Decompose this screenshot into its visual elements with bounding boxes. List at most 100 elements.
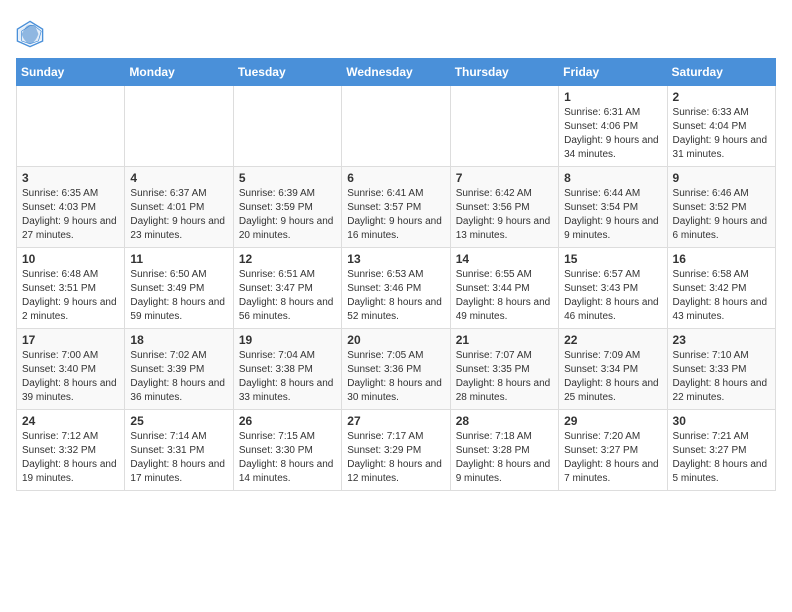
day-info: Sunrise: 7:00 AM Sunset: 3:40 PM Dayligh…	[22, 349, 119, 405]
day-number: 4	[130, 171, 227, 185]
day-info: Sunrise: 6:44 AM Sunset: 3:54 PM Dayligh…	[564, 187, 661, 243]
calendar-cell	[233, 86, 341, 167]
col-header-saturday: Saturday	[667, 59, 775, 86]
day-info: Sunrise: 6:37 AM Sunset: 4:01 PM Dayligh…	[130, 187, 227, 243]
calendar-week-2: 10 Sunrise: 6:48 AM Sunset: 3:51 PM Dayli…	[17, 248, 776, 329]
day-number: 10	[22, 252, 119, 266]
calendar-cell: 5 Sunrise: 6:39 AM Sunset: 3:59 PM Daylig…	[233, 167, 341, 248]
calendar-cell: 18 Sunrise: 7:02 AM Sunset: 3:39 PM Dayli…	[125, 329, 233, 410]
day-info: Sunrise: 6:51 AM Sunset: 3:47 PM Dayligh…	[239, 268, 336, 324]
day-number: 18	[130, 333, 227, 347]
col-header-thursday: Thursday	[450, 59, 558, 86]
day-number: 24	[22, 414, 119, 428]
calendar-cell: 16 Sunrise: 6:58 AM Sunset: 3:42 PM Dayli…	[667, 248, 775, 329]
day-info: Sunrise: 6:48 AM Sunset: 3:51 PM Dayligh…	[22, 268, 119, 324]
calendar-cell: 9 Sunrise: 6:46 AM Sunset: 3:52 PM Daylig…	[667, 167, 775, 248]
day-info: Sunrise: 6:46 AM Sunset: 3:52 PM Dayligh…	[673, 187, 770, 243]
day-number: 6	[347, 171, 444, 185]
calendar-week-3: 17 Sunrise: 7:00 AM Sunset: 3:40 PM Dayli…	[17, 329, 776, 410]
day-number: 29	[564, 414, 661, 428]
day-info: Sunrise: 7:18 AM Sunset: 3:28 PM Dayligh…	[456, 430, 553, 486]
logo-icon	[16, 20, 44, 48]
calendar-week-0: 1 Sunrise: 6:31 AM Sunset: 4:06 PM Daylig…	[17, 86, 776, 167]
day-info: Sunrise: 6:35 AM Sunset: 4:03 PM Dayligh…	[22, 187, 119, 243]
day-info: Sunrise: 7:17 AM Sunset: 3:29 PM Dayligh…	[347, 430, 444, 486]
day-info: Sunrise: 7:09 AM Sunset: 3:34 PM Dayligh…	[564, 349, 661, 405]
day-number: 12	[239, 252, 336, 266]
col-header-friday: Friday	[559, 59, 667, 86]
day-number: 25	[130, 414, 227, 428]
calendar-cell	[125, 86, 233, 167]
calendar-cell: 25 Sunrise: 7:14 AM Sunset: 3:31 PM Dayli…	[125, 410, 233, 491]
calendar-cell: 2Sunrise: 6:33 AM Sunset: 4:04 PM Daylig…	[667, 86, 775, 167]
col-header-sunday: Sunday	[17, 59, 125, 86]
day-number: 19	[239, 333, 336, 347]
day-info: Sunrise: 7:14 AM Sunset: 3:31 PM Dayligh…	[130, 430, 227, 486]
calendar-cell: 8Sunrise: 6:44 AM Sunset: 3:54 PM Daylig…	[559, 167, 667, 248]
day-info: Sunrise: 7:12 AM Sunset: 3:32 PM Dayligh…	[22, 430, 119, 486]
calendar-week-4: 24 Sunrise: 7:12 AM Sunset: 3:32 PM Dayli…	[17, 410, 776, 491]
day-info: Sunrise: 6:41 AM Sunset: 3:57 PM Dayligh…	[347, 187, 444, 243]
day-info: Sunrise: 6:55 AM Sunset: 3:44 PM Dayligh…	[456, 268, 553, 324]
day-info: Sunrise: 7:04 AM Sunset: 3:38 PM Dayligh…	[239, 349, 336, 405]
day-number: 27	[347, 414, 444, 428]
calendar-cell: 26 Sunrise: 7:15 AM Sunset: 3:30 PM Dayli…	[233, 410, 341, 491]
calendar-cell: 7Sunrise: 6:42 AM Sunset: 3:56 PM Daylig…	[450, 167, 558, 248]
col-header-monday: Monday	[125, 59, 233, 86]
calendar-cell: 17 Sunrise: 7:00 AM Sunset: 3:40 PM Dayli…	[17, 329, 125, 410]
calendar-cell: 28Sunrise: 7:18 AM Sunset: 3:28 PM Dayli…	[450, 410, 558, 491]
day-info: Sunrise: 7:20 AM Sunset: 3:27 PM Dayligh…	[564, 430, 661, 486]
day-number: 21	[456, 333, 553, 347]
calendar-cell: 15 Sunrise: 6:57 AM Sunset: 3:43 PM Dayli…	[559, 248, 667, 329]
day-info: Sunrise: 6:58 AM Sunset: 3:42 PM Dayligh…	[673, 268, 770, 324]
day-info: Sunrise: 7:15 AM Sunset: 3:30 PM Dayligh…	[239, 430, 336, 486]
calendar-cell	[17, 86, 125, 167]
calendar-cell	[450, 86, 558, 167]
day-info: Sunrise: 7:21 AM Sunset: 3:27 PM Dayligh…	[673, 430, 770, 486]
calendar-cell	[342, 86, 450, 167]
calendar-cell: 30 Sunrise: 7:21 AM Sunset: 3:27 PM Dayli…	[667, 410, 775, 491]
calendar-cell: 3 Sunrise: 6:35 AM Sunset: 4:03 PM Daylig…	[17, 167, 125, 248]
calendar-week-1: 3 Sunrise: 6:35 AM Sunset: 4:03 PM Daylig…	[17, 167, 776, 248]
calendar-cell: 21 Sunrise: 7:07 AM Sunset: 3:35 PM Dayli…	[450, 329, 558, 410]
day-number: 9	[673, 171, 770, 185]
day-info: Sunrise: 6:39 AM Sunset: 3:59 PM Dayligh…	[239, 187, 336, 243]
day-number: 16	[673, 252, 770, 266]
page-header	[16, 16, 776, 48]
day-number: 1	[564, 90, 661, 104]
day-number: 22	[564, 333, 661, 347]
calendar-cell: 27 Sunrise: 7:17 AM Sunset: 3:29 PM Dayli…	[342, 410, 450, 491]
day-info: Sunrise: 6:50 AM Sunset: 3:49 PM Dayligh…	[130, 268, 227, 324]
day-number: 14	[456, 252, 553, 266]
calendar-cell: 23Sunrise: 7:10 AM Sunset: 3:33 PM Dayli…	[667, 329, 775, 410]
calendar-cell: 20Sunrise: 7:05 AM Sunset: 3:36 PM Dayli…	[342, 329, 450, 410]
calendar-cell: 11 Sunrise: 6:50 AM Sunset: 3:49 PM Dayli…	[125, 248, 233, 329]
day-number: 3	[22, 171, 119, 185]
calendar-cell: 4 Sunrise: 6:37 AM Sunset: 4:01 PM Daylig…	[125, 167, 233, 248]
day-number: 5	[239, 171, 336, 185]
calendar-cell: 22 Sunrise: 7:09 AM Sunset: 3:34 PM Dayli…	[559, 329, 667, 410]
day-number: 11	[130, 252, 227, 266]
day-info: Sunrise: 7:07 AM Sunset: 3:35 PM Dayligh…	[456, 349, 553, 405]
day-info: Sunrise: 6:31 AM Sunset: 4:06 PM Dayligh…	[564, 106, 661, 162]
calendar-cell: 29 Sunrise: 7:20 AM Sunset: 3:27 PM Dayli…	[559, 410, 667, 491]
calendar-header-row: SundayMondayTuesdayWednesdayThursdayFrid…	[17, 59, 776, 86]
calendar-cell: 12 Sunrise: 6:51 AM Sunset: 3:47 PM Dayli…	[233, 248, 341, 329]
calendar-table: SundayMondayTuesdayWednesdayThursdayFrid…	[16, 58, 776, 491]
day-number: 17	[22, 333, 119, 347]
day-number: 15	[564, 252, 661, 266]
calendar-cell: 10 Sunrise: 6:48 AM Sunset: 3:51 PM Dayli…	[17, 248, 125, 329]
calendar-cell: 1 Sunrise: 6:31 AM Sunset: 4:06 PM Daylig…	[559, 86, 667, 167]
day-info: Sunrise: 6:53 AM Sunset: 3:46 PM Dayligh…	[347, 268, 444, 324]
calendar-cell: 24 Sunrise: 7:12 AM Sunset: 3:32 PM Dayli…	[17, 410, 125, 491]
calendar-cell: 6 Sunrise: 6:41 AM Sunset: 3:57 PM Daylig…	[342, 167, 450, 248]
day-number: 23	[673, 333, 770, 347]
col-header-wednesday: Wednesday	[342, 59, 450, 86]
day-info: Sunrise: 6:57 AM Sunset: 3:43 PM Dayligh…	[564, 268, 661, 324]
day-number: 26	[239, 414, 336, 428]
calendar-cell: 19 Sunrise: 7:04 AM Sunset: 3:38 PM Dayli…	[233, 329, 341, 410]
day-number: 30	[673, 414, 770, 428]
day-number: 13	[347, 252, 444, 266]
day-info: Sunrise: 7:02 AM Sunset: 3:39 PM Dayligh…	[130, 349, 227, 405]
day-number: 2	[673, 90, 770, 104]
